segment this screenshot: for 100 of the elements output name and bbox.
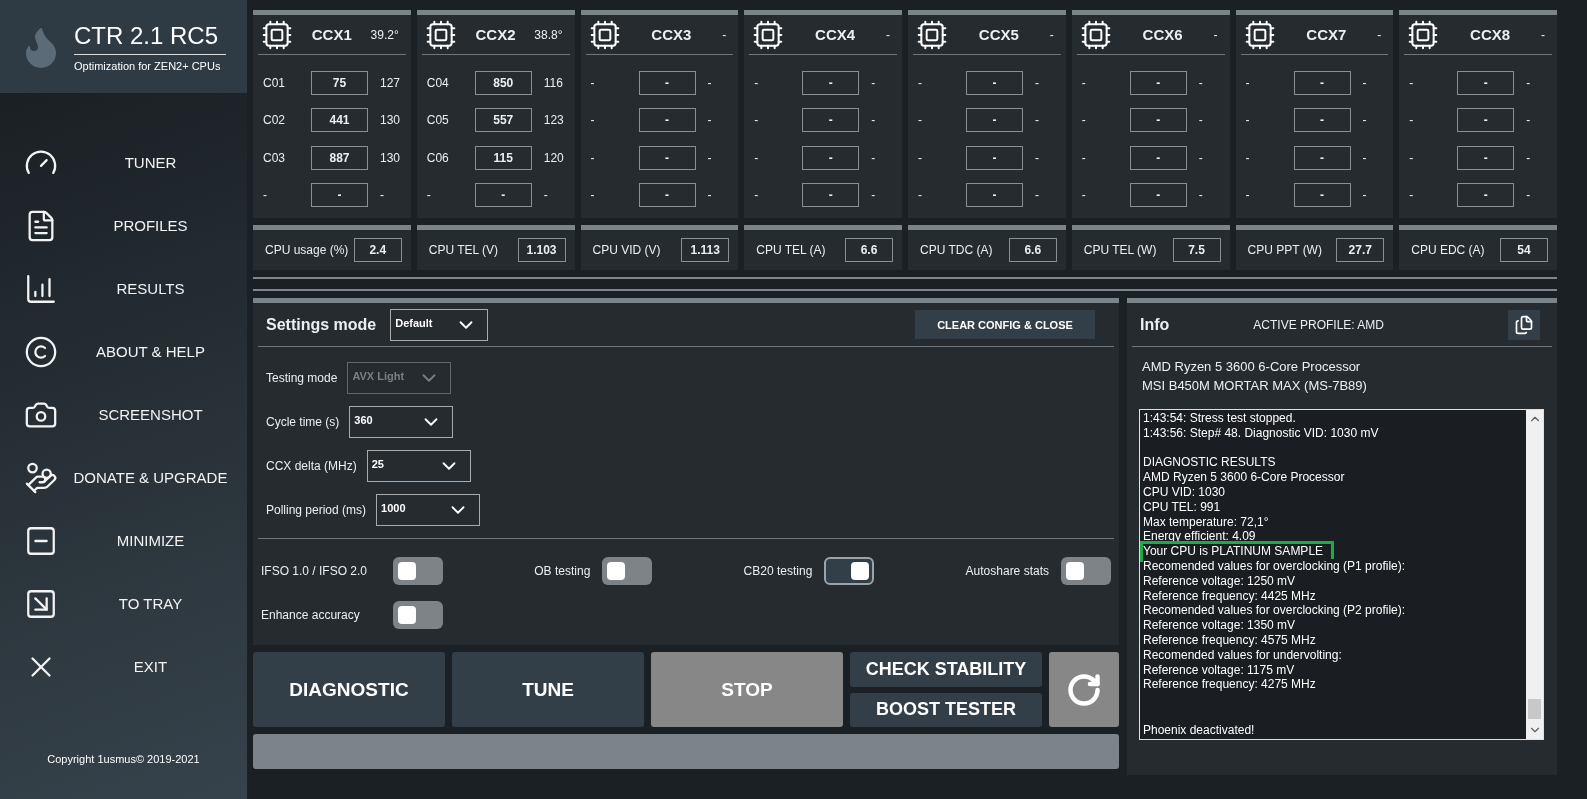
nav-item[interactable]: TO TRAY <box>0 572 247 635</box>
option-label: Polling period (ms) <box>266 502 367 517</box>
copy-button[interactable] <box>1508 309 1540 340</box>
core-value-field: - <box>966 145 1023 170</box>
stat-value-field: 6.6 <box>845 238 893 262</box>
option-label: Cycle time (s) <box>266 414 340 429</box>
core-reading: 116 <box>542 75 564 90</box>
stat-value-field: 27.7 <box>1336 238 1385 262</box>
core-label: - <box>918 188 923 203</box>
app-title: CTR 2.1 RC5 <box>74 21 226 55</box>
core-label: - <box>426 188 432 203</box>
core-value-field: 557 <box>474 108 532 133</box>
toggle-switch[interactable] <box>393 557 443 585</box>
active-profile: ACTIVE PROFILE: AMD <box>1252 317 1385 332</box>
dropdown[interactable]: Default <box>390 308 489 341</box>
scrollbar[interactable] <box>1526 410 1543 739</box>
core-reading: - <box>870 188 877 203</box>
ccx-name: CCX7 <box>1305 26 1348 43</box>
core-reading: - <box>1525 150 1532 165</box>
core-label: - <box>918 75 923 90</box>
nav-item[interactable]: DONATE & UPGRADE <box>0 446 247 509</box>
action-button[interactable]: BOOST TESTER <box>850 692 1042 727</box>
toggle-switch[interactable] <box>602 557 653 585</box>
core-value-field: - <box>1457 70 1515 95</box>
ccx-name: CCX1 <box>310 26 353 43</box>
toggle-switch[interactable] <box>1061 557 1111 585</box>
clear-config-button[interactable]: CLEAR CONFIG & CLOSE <box>915 310 1095 339</box>
temperature: - <box>1377 27 1383 42</box>
ccx-name: CCX3 <box>650 26 693 43</box>
chip-icon <box>588 18 621 51</box>
stat-label: CPU PPT (W) <box>1247 243 1322 257</box>
core-reading: - <box>706 113 713 128</box>
nav-item[interactable]: TUNER <box>0 131 247 194</box>
core-reading: - <box>1034 113 1040 128</box>
temperature: - <box>1541 27 1546 42</box>
core-label: - <box>1081 113 1087 128</box>
core-reading: - <box>1525 188 1532 203</box>
core-label: - <box>590 188 596 203</box>
toggle-label: Enhance accuracy <box>261 608 361 622</box>
core-reading: - <box>706 188 713 203</box>
panel-title: Settings mode <box>266 315 377 334</box>
core-value-field: - <box>1293 145 1351 170</box>
stat-label: CPU TDC (A) <box>920 243 993 257</box>
core-label: - <box>590 150 596 165</box>
copyright-text: Copyright 1usmus© 2019-2021 <box>46 753 201 765</box>
core-reading: - <box>870 75 877 90</box>
core-value-field: - <box>474 183 532 208</box>
core-value-field: - <box>638 183 696 208</box>
core-value-field: - <box>802 183 860 208</box>
action-button[interactable]: CHECK STABILITY <box>850 652 1042 687</box>
toggle-label: IFSO 1.0 / IFSO 2.0 <box>261 564 369 578</box>
core-label: - <box>1409 150 1415 165</box>
core-reading: - <box>870 150 877 165</box>
core-value-field: - <box>802 108 860 133</box>
core-label: - <box>918 150 923 165</box>
nav-item[interactable]: PROFILES <box>0 194 247 257</box>
panel-title: Info <box>1140 315 1170 334</box>
dropdown[interactable]: 25 <box>366 449 471 482</box>
stat-label: CPU VID (V) <box>592 243 661 257</box>
core-label: - <box>754 150 760 165</box>
chip-icon <box>261 18 293 51</box>
core-reading: - <box>1197 188 1204 203</box>
core-value-field: - <box>638 145 696 170</box>
core-label: - <box>263 188 268 203</box>
core-value-field: 75 <box>311 70 368 95</box>
core-reading: - <box>1361 75 1368 90</box>
core-reading: 123 <box>542 113 565 128</box>
core-reading: - <box>379 188 385 203</box>
dropdown[interactable]: 1000 <box>376 493 481 526</box>
core-label: - <box>1245 150 1251 165</box>
stat-value-field: 54 <box>1500 238 1548 262</box>
core-label: - <box>1409 113 1415 128</box>
nav-item[interactable]: RESULTS <box>0 257 247 320</box>
core-reading: - <box>1525 113 1532 128</box>
core-reading: 127 <box>379 75 402 90</box>
core-reading: - <box>1034 75 1040 90</box>
nav-item[interactable]: ABOUT & HELP <box>0 320 247 383</box>
action-button[interactable]: TUNE <box>452 652 644 727</box>
core-label: C02 <box>263 113 286 128</box>
core-value-field: 850 <box>474 70 532 95</box>
toggle-switch[interactable] <box>824 557 875 585</box>
temperature: - <box>1049 27 1055 42</box>
core-value-field: - <box>1457 108 1515 133</box>
temperature: - <box>722 27 728 42</box>
core-label: - <box>754 188 760 203</box>
nav-item[interactable]: EXIT <box>0 635 247 698</box>
chip-icon <box>424 18 457 51</box>
core-label: - <box>1245 75 1251 90</box>
nav-item[interactable]: MINIMIZE <box>0 509 247 572</box>
nav-item[interactable]: SCREENSHOT <box>0 383 247 446</box>
toggle-switch[interactable] <box>393 601 443 629</box>
core-reading: - <box>1197 150 1204 165</box>
dropdown[interactable]: 360 <box>349 405 454 438</box>
core-value-field: - <box>311 183 368 208</box>
scroll-thumb[interactable] <box>1528 699 1541 719</box>
core-reading: 130 <box>379 150 402 165</box>
core-reading: - <box>542 188 549 203</box>
board-name: MSI B450M MORTAR MAX (MS-7B89) <box>1142 377 1368 395</box>
action-button[interactable]: DIAGNOSTIC <box>253 652 445 727</box>
core-value-field: - <box>966 108 1023 133</box>
